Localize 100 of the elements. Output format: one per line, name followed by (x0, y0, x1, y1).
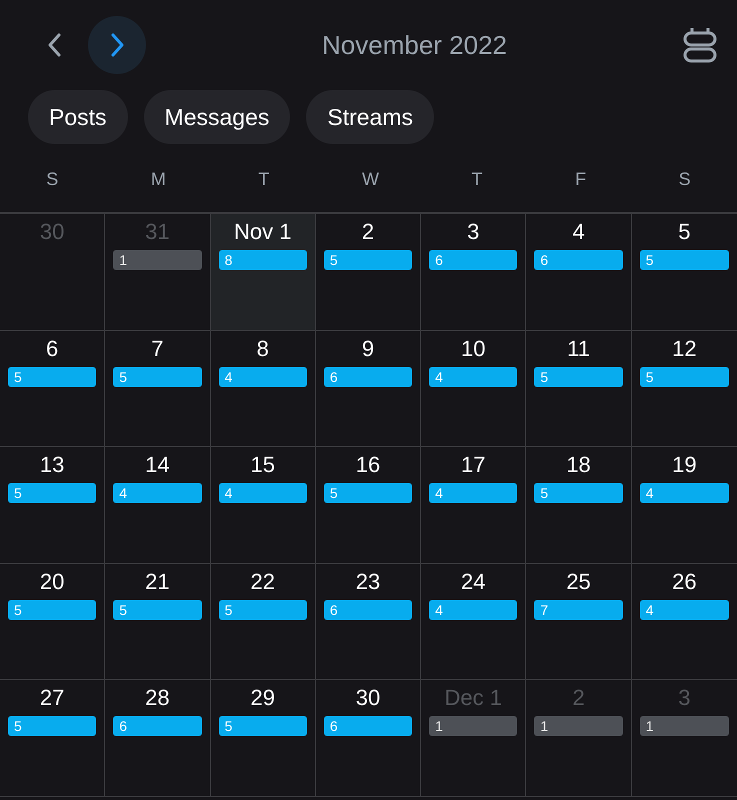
day-cell[interactable]: 16 5 (316, 447, 422, 564)
day-number: 27 (40, 684, 64, 712)
weekday-label: S (45, 168, 60, 191)
day-number: 10 (461, 334, 486, 363)
day-cell[interactable]: 6 5 (0, 330, 106, 448)
day-number: 28 (145, 684, 170, 712)
day-cell[interactable]: 2 5 (316, 214, 422, 331)
event-count-bar: 4 (429, 600, 518, 620)
day-cell[interactable]: 26 4 (632, 564, 737, 680)
day-number: 2 (572, 684, 585, 712)
event-count-bar: 1 (640, 716, 729, 736)
day-number: 3 (678, 684, 690, 712)
day-cell[interactable]: 7 5 (105, 330, 211, 448)
day-cell[interactable]: 3 1 (632, 680, 737, 797)
day-cell[interactable]: 13 5 (0, 447, 106, 564)
day-cell[interactable]: 22 5 (210, 564, 316, 680)
day-number: 12 (672, 334, 697, 363)
day-cell[interactable]: 11 5 (526, 330, 632, 448)
event-count-bar: 6 (534, 250, 623, 270)
day-cell[interactable]: Dec 1 1 (421, 680, 526, 797)
day-number: 24 (461, 568, 486, 596)
event-count-bar: 6 (429, 250, 518, 270)
day-number: 21 (145, 568, 170, 596)
day-number: 8 (256, 334, 269, 363)
day-number: 25 (566, 568, 591, 596)
day-cell[interactable]: 3 6 (421, 214, 526, 331)
event-count-bar: 4 (429, 366, 518, 387)
calendar-view-icon[interactable] (683, 27, 717, 63)
day-number: Dec 1 (444, 684, 502, 712)
day-cell[interactable]: 28 6 (105, 680, 211, 797)
event-count-bar: 5 (8, 483, 96, 504)
day-cell[interactable]: 21 5 (105, 564, 211, 680)
event-count-bar: 5 (218, 716, 307, 736)
weekday-label: T (470, 168, 484, 191)
day-number: 30 (356, 684, 380, 712)
event-count-bar: 6 (113, 716, 202, 736)
month-title: November 2022 (322, 28, 507, 62)
day-number: 29 (250, 684, 275, 712)
day-number: 31 (145, 218, 170, 246)
day-cell[interactable]: 9 6 (316, 330, 422, 448)
day-number: 7 (151, 334, 164, 363)
day-cell[interactable]: 8 4 (210, 330, 316, 448)
filter-chip[interactable]: Posts (28, 90, 128, 144)
day-cell[interactable]: 27 5 (0, 680, 106, 797)
day-number: 4 (572, 218, 585, 246)
day-cell[interactable]: 24 4 (421, 564, 526, 680)
day-cell[interactable]: 2 1 (526, 680, 632, 797)
day-cell[interactable]: 15 4 (210, 447, 316, 564)
day-number: 18 (566, 451, 591, 480)
event-count-bar: 5 (8, 366, 96, 387)
day-cell[interactable]: 14 4 (105, 447, 211, 564)
day-cell[interactable]: 25 7 (526, 564, 632, 680)
day-number: 2 (362, 218, 374, 246)
weekday-label: F (574, 168, 588, 191)
event-count-bar: 5 (324, 483, 412, 504)
day-number: 13 (40, 451, 64, 480)
day-cell[interactable]: 31 1 (105, 214, 211, 331)
event-count-bar: 4 (218, 483, 307, 504)
weekday-label: W (360, 168, 380, 191)
day-cell[interactable]: 10 4 (421, 330, 526, 448)
filter-chip[interactable]: Messages (144, 90, 290, 144)
event-count-bar: 5 (113, 366, 202, 387)
day-cell[interactable]: 4 6 (526, 214, 632, 331)
event-count-bar: 6 (324, 600, 412, 620)
day-number: 23 (356, 568, 380, 596)
day-number: 19 (672, 451, 697, 480)
day-number: 3 (467, 218, 480, 246)
day-number: 30 (40, 218, 64, 246)
day-number: 9 (362, 334, 374, 363)
event-count-bar: 5 (113, 600, 202, 620)
event-count-bar: 5 (534, 483, 623, 504)
event-count-bar: 5 (324, 250, 412, 270)
day-cell[interactable]: 5 5 (632, 214, 737, 331)
event-count-bar: 6 (324, 366, 412, 387)
event-count-bar: 4 (218, 366, 307, 387)
day-cell[interactable]: 29 5 (210, 680, 316, 797)
event-count-bar: 7 (534, 600, 623, 620)
event-count-bar: 4 (640, 483, 729, 504)
day-number: 17 (461, 451, 486, 480)
day-number: 20 (40, 568, 64, 596)
day-number: 14 (145, 451, 170, 480)
weekday-label: M (150, 168, 167, 191)
filter-chip[interactable]: Streams (306, 90, 434, 144)
event-count-bar: 5 (8, 716, 96, 736)
day-cell[interactable]: 17 4 (421, 447, 526, 564)
day-cell[interactable]: 12 5 (632, 330, 737, 448)
day-cell[interactable]: 20 5 (0, 564, 106, 680)
event-count-bar: 5 (534, 366, 623, 387)
day-cell[interactable]: Nov 1 8 (210, 214, 316, 331)
day-number: 11 (567, 334, 590, 363)
day-cell[interactable]: 19 4 (632, 447, 737, 564)
day-cell[interactable]: 30 6 (316, 680, 422, 797)
event-count-bar: 4 (429, 483, 518, 504)
day-cell[interactable]: 18 5 (526, 447, 632, 564)
day-cell[interactable]: 23 6 (316, 564, 422, 680)
day-number: 22 (250, 568, 275, 596)
event-count-bar: 5 (218, 600, 307, 620)
event-count-bar: 5 (640, 250, 729, 270)
event-count-bar: 1 (534, 716, 623, 736)
event-count-bar: 5 (8, 600, 96, 620)
